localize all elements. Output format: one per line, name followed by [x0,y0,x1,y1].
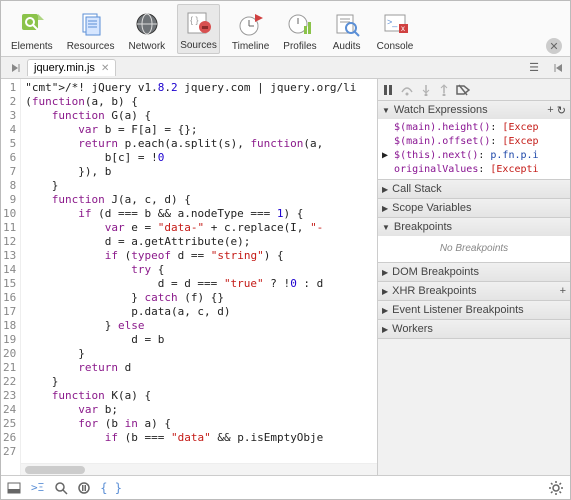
show-navigator-button[interactable] [5,57,27,79]
history-nav-button[interactable]: ☰ [522,57,546,79]
section-title: Workers [392,323,433,335]
section-title: Call Stack [392,183,442,195]
workers-section-header[interactable]: ▶Workers [378,320,570,338]
add-xhr-button[interactable]: + [560,285,566,297]
tab-resources[interactable]: Resources [65,6,117,54]
tab-timeline[interactable]: Timeline [230,6,271,54]
section-title: DOM Breakpoints [392,266,479,278]
clock-flag-icon [235,8,267,40]
watch-body: $(main).height(): [Excep $(main).offset(… [378,119,570,179]
deactivate-breakpoints-button[interactable] [456,84,470,96]
status-bar: >Ξ { } [1,475,570,499]
toggle-sidebar-button[interactable] [546,57,570,79]
svg-text:>_: >_ [387,17,398,27]
step-out-button[interactable] [438,84,450,96]
documents-icon [75,8,107,40]
file-tab-label: jquery.min.js [34,62,95,74]
file-tab[interactable]: jquery.min.js ✕ [27,59,116,76]
source-editor[interactable]: 1 2 3 4 5 6 7 8 9 10 11 12 13 14 15 16 1… [1,79,378,475]
console-icon: >_x [379,8,411,40]
section-title: Breakpoints [394,221,452,233]
code-content[interactable]: "cmt">/*! jQuery v1.8.2 jquery.com | jqu… [21,79,377,463]
tab-label: Resources [67,41,115,52]
close-devtools-button[interactable]: ✕ [546,38,562,54]
debugger-controls [378,79,570,101]
svg-text:{ }: { } [190,15,199,25]
step-into-button[interactable] [420,84,432,96]
dom-breakpoints-header[interactable]: ▶DOM Breakpoints [378,263,570,281]
section-title: Watch Expressions [394,104,488,116]
audit-magnifier-icon [331,8,363,40]
section-title: XHR Breakpoints [392,285,476,297]
tab-label: Network [129,41,166,52]
no-breakpoints-label: No Breakpoints [382,238,566,260]
xhr-breakpoints-header[interactable]: ▶XHR Breakpoints+ [378,282,570,300]
script-bug-icon: { } [183,7,215,39]
magnifier-icon [16,8,48,40]
section-title: Scope Variables [392,202,471,214]
add-watch-button[interactable]: + [547,104,553,116]
pause-exceptions-button[interactable] [78,482,90,494]
pause-button[interactable] [382,84,394,96]
globe-icon [131,8,163,40]
event-breakpoints-header[interactable]: ▶Event Listener Breakpoints [378,301,570,319]
pretty-print-button[interactable]: { } [100,481,122,495]
horizontal-scrollbar[interactable] [21,463,377,475]
scope-section-header[interactable]: ▶Scope Variables [378,199,570,217]
tab-elements[interactable]: Elements [9,6,55,54]
tab-label: Sources [180,40,217,51]
section-title: Event Listener Breakpoints [392,304,523,316]
tab-label: Audits [333,41,361,52]
tab-console[interactable]: >_x Console [375,6,416,54]
callstack-section-header[interactable]: ▶Call Stack [378,180,570,198]
dock-button[interactable] [7,482,21,494]
settings-button[interactable] [548,480,564,496]
tab-profiles[interactable]: Profiles [281,6,318,54]
tab-label: Profiles [283,41,316,52]
show-console-button[interactable]: >Ξ [31,481,44,494]
svg-text:x: x [401,24,405,33]
debugger-pane: ▼Watch Expressions+ ↻ $(main).height(): … [378,79,570,475]
refresh-watch-button[interactable]: ↻ [557,104,566,117]
tab-label: Timeline [232,41,269,52]
clock-chart-icon [284,8,316,40]
tab-sources[interactable]: { } Sources [177,4,220,54]
step-over-button[interactable] [400,84,414,96]
line-gutter: 1 2 3 4 5 6 7 8 9 10 11 12 13 14 15 16 1… [1,79,21,475]
file-tab-strip: jquery.min.js ✕ ☰ [1,57,570,79]
tab-label: Console [377,41,414,52]
tab-label: Elements [11,41,53,52]
watch-section-header[interactable]: ▼Watch Expressions+ ↻ [378,101,570,119]
breakpoints-section-header[interactable]: ▼Breakpoints [378,218,570,236]
tab-network[interactable]: Network [127,6,168,54]
close-tab-button[interactable]: ✕ [101,63,109,74]
tab-audits[interactable]: Audits [329,6,365,54]
main-toolbar: Elements Resources Network { } Sources T… [1,1,570,57]
search-icon[interactable] [54,481,68,495]
